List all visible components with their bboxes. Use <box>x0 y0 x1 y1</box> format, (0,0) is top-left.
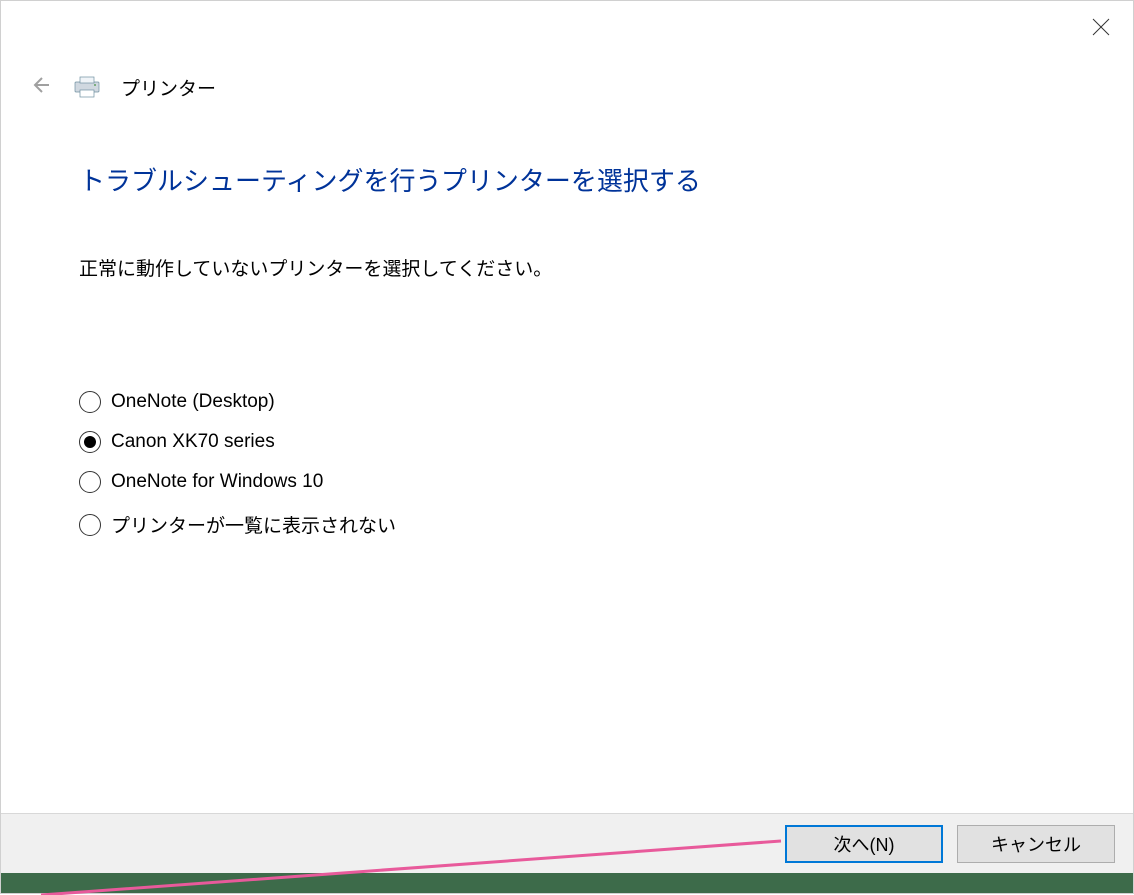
radio-option-onenote-desktop[interactable]: OneNote (Desktop) <box>79 391 1055 413</box>
radio-label: OneNote for Windows 10 <box>111 471 323 493</box>
radio-option-not-listed[interactable]: プリンターが一覧に表示されない <box>79 511 1055 538</box>
back-button[interactable] <box>25 73 53 101</box>
header-row: プリンター <box>25 73 216 101</box>
radio-icon <box>79 471 101 493</box>
page-subtitle: 正常に動作していないプリンターを選択してください。 <box>79 254 1055 281</box>
button-bar: 次へ(N) キャンセル <box>1 813 1133 873</box>
radio-icon <box>79 391 101 413</box>
radio-icon <box>79 514 101 536</box>
printer-radio-group: OneNote (Desktop) Canon XK70 series OneN… <box>79 391 1055 538</box>
close-icon <box>1092 18 1110 41</box>
radio-option-canon-xk70[interactable]: Canon XK70 series <box>79 431 1055 453</box>
radio-option-onenote-win10[interactable]: OneNote for Windows 10 <box>79 471 1055 493</box>
back-arrow-icon <box>29 75 49 100</box>
troubleshooter-dialog: プリンター トラブルシューティングを行うプリンターを選択する 正常に動作していな… <box>0 0 1134 894</box>
radio-icon <box>79 431 101 453</box>
radio-label: プリンターが一覧に表示されない <box>111 511 396 538</box>
radio-label: OneNote (Desktop) <box>111 391 275 413</box>
radio-label: Canon XK70 series <box>111 431 275 453</box>
page-title: トラブルシューティングを行うプリンターを選択する <box>79 161 1055 198</box>
next-button[interactable]: 次へ(N) <box>785 825 943 863</box>
printer-icon <box>73 76 101 98</box>
content-area: トラブルシューティングを行うプリンターを選択する 正常に動作していないプリンター… <box>79 161 1055 538</box>
cancel-button[interactable]: キャンセル <box>957 825 1115 863</box>
header-label: プリンター <box>121 74 216 101</box>
background-strip <box>1 873 1133 893</box>
close-button[interactable] <box>1081 9 1121 49</box>
